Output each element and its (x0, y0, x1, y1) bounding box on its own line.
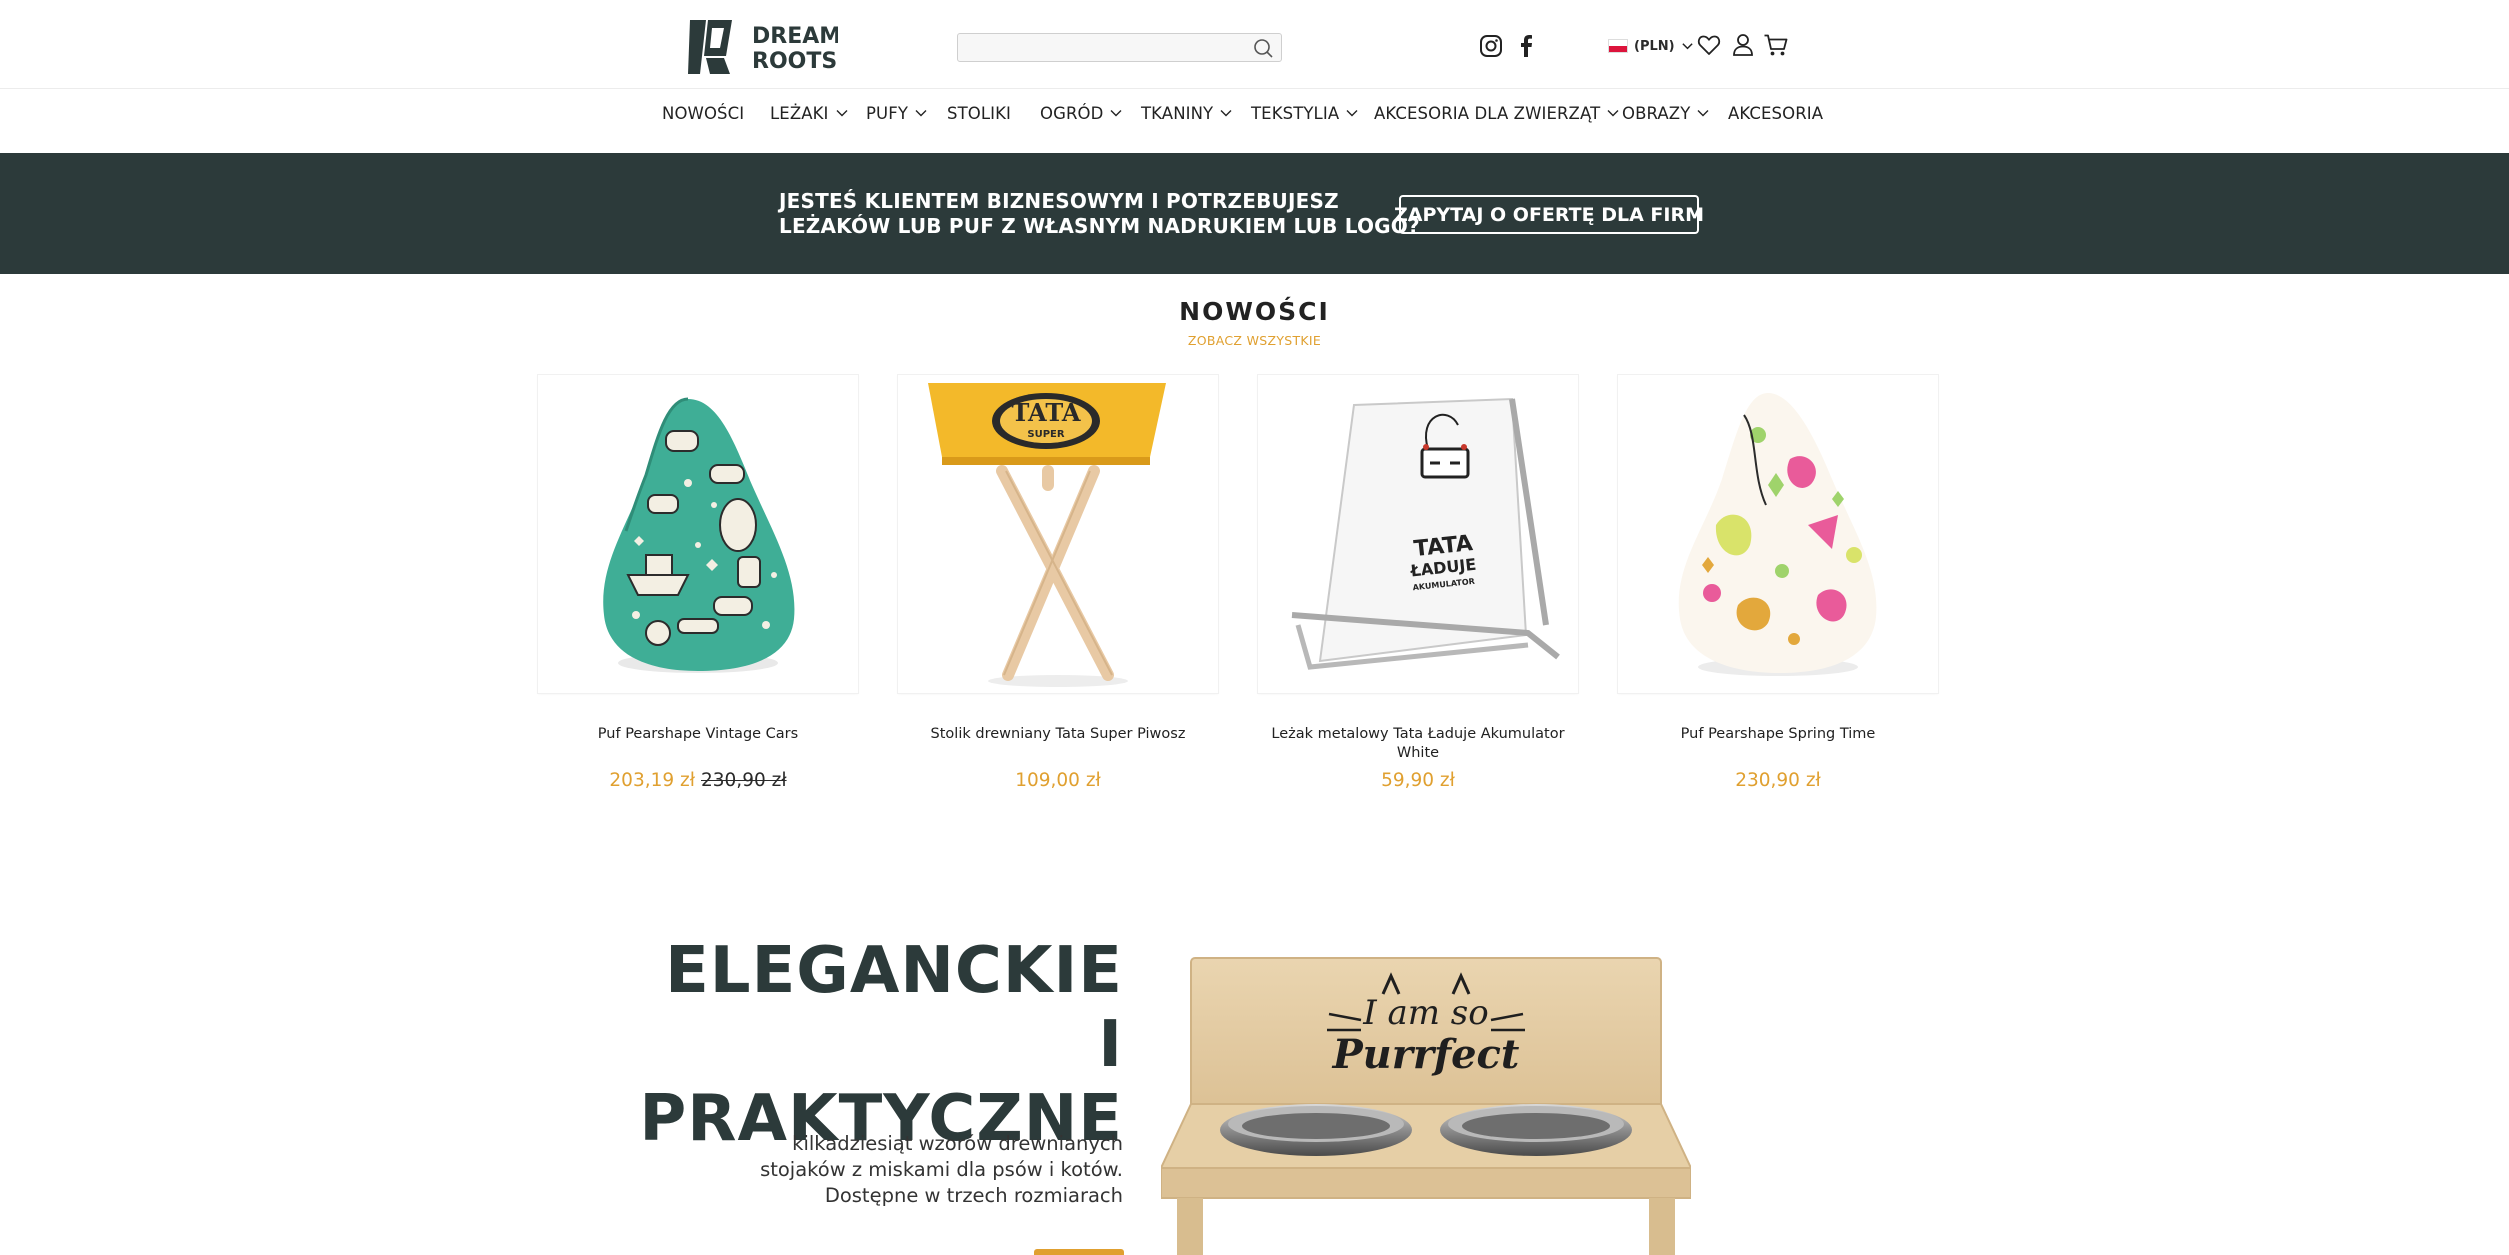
product-sale-price: 203,19 zł (609, 770, 695, 791)
nav-item-tkaniny[interactable]: TKANINY (1141, 96, 1233, 130)
chevron-down-icon (915, 110, 927, 117)
business-banner-text: JESTEŚ KLIENTEM BIZNESOWYM I POTRZEBUJES… (779, 189, 1420, 239)
poland-flag-icon (1608, 39, 1628, 53)
nav-item-akcesoria[interactable]: AKCESORIA (1728, 96, 1823, 130)
product-price: 59,90 zł (1258, 770, 1578, 791)
nav-item-label: NOWOŚCI (662, 103, 745, 123)
nav-item-label: AKCESORIA DLA ZWIERZĄT (1374, 103, 1601, 123)
nav-item-label: TEKSTYLIA (1251, 103, 1340, 123)
product-image-table-tata-super[interactable]: TATA SUPER (898, 375, 1218, 693)
nav-item-label: AKCESORIA (1728, 103, 1824, 123)
hero-desc-line-3: Dostępne w trzech rozmiarach (824, 1184, 1123, 1207)
chevron-down-icon (1607, 110, 1619, 117)
table-print-super: SUPER (1027, 429, 1064, 440)
product-image-pouf-spring-time[interactable] (1618, 375, 1938, 693)
search-box (957, 33, 1282, 62)
product-card[interactable]: Puf Pearshape Vintage Cars 203,19 zł 230,… (538, 375, 858, 791)
see-all-link[interactable]: ZOBACZ WSZYSTKIE (0, 333, 2509, 348)
chevron-down-icon (1220, 110, 1232, 117)
nav-item-pufy[interactable]: PUFY (866, 96, 928, 130)
chevron-down-icon (1346, 110, 1358, 117)
hero-desc-line-1: kilkadziesiąt wzorów drewnianych (792, 1132, 1123, 1155)
product-sale-price: 59,90 zł (1381, 770, 1455, 791)
site-logo[interactable]: DREAM ROOTS (686, 16, 841, 78)
top-header: DREAM ROOTS (PLN) (0, 0, 2509, 89)
search-input[interactable] (958, 34, 1281, 61)
product-name[interactable]: Leżak metalowy Tata Ładuje Akumulator Wh… (1258, 725, 1578, 763)
banner-line-2: LEŻAKÓW LUB PUF Z WŁASNYM NADRUKIEM LUB … (779, 214, 1420, 238)
hero-image-print-line-2: Purrfect (1332, 1031, 1520, 1078)
product-image-lounger-tata-laduje[interactable]: TATA ŁADUJE AKUMULATOR (1258, 375, 1578, 693)
instagram-icon[interactable] (1478, 33, 1504, 59)
nav-item-label: OGRÓD (1040, 103, 1104, 123)
chevron-down-icon (1681, 42, 1693, 49)
hero-image-pet-bowl-stand: I am so Purrfect (1161, 954, 1691, 1255)
product-name[interactable]: Stolik drewniany Tata Super Piwosz (898, 725, 1218, 744)
heart-icon[interactable] (1696, 32, 1722, 58)
facebook-icon[interactable] (1513, 33, 1539, 59)
hero-cta-button[interactable] (1034, 1249, 1124, 1255)
nav-item-label: STOLIKI (947, 103, 1011, 123)
nav-item-akcesoria-dla-zwierzat[interactable]: AKCESORIA DLA ZWIERZĄT (1374, 96, 1620, 130)
product-price: 109,00 zł (898, 770, 1218, 791)
section-title-new: NOWOŚCI (1179, 297, 1330, 326)
nav-item-obrazy[interactable]: OBRAZY (1622, 96, 1710, 130)
nav-item-lezaki[interactable]: LEŻAKI (770, 96, 849, 130)
main-navigation: NOWOŚCI LEŻAKI PUFY STOLIKI OGRÓD TKANIN… (0, 96, 2509, 130)
nav-item-nowosci[interactable]: NOWOŚCI (662, 96, 744, 130)
product-sale-price: 109,00 zł (1015, 770, 1101, 791)
cart-icon[interactable] (1763, 32, 1789, 58)
logo-text-roots: ROOTS (752, 49, 837, 74)
product-image-pouf-vintage-cars[interactable] (538, 375, 858, 693)
hero-title-line-1: ELEGANCKIE I (665, 934, 1123, 1082)
nav-item-stoliki[interactable]: STOLIKI (947, 96, 1011, 130)
currency-selector[interactable]: (PLN) (1608, 35, 1694, 57)
nav-item-label: TKANINY (1141, 103, 1214, 123)
business-offer-button[interactable]: ZAPYTAJ O OFERTĘ DLA FIRM (1394, 195, 1704, 234)
product-price: 230,90 zł (1618, 770, 1938, 791)
banner-line-1: JESTEŚ KLIENTEM BIZNESOWYM I POTRZEBUJES… (779, 189, 1339, 213)
product-name[interactable]: Puf Pearshape Vintage Cars (538, 725, 858, 744)
product-card[interactable]: Puf Pearshape Spring Time 230,90 zł (1618, 375, 1938, 791)
chevron-down-icon (1697, 110, 1709, 117)
chevron-down-icon (1110, 110, 1122, 117)
logo-text-dream: DREAM (752, 24, 838, 49)
nav-item-label: LEŻAKI (770, 103, 829, 123)
nav-item-label: PUFY (866, 103, 908, 123)
hero-image-print-line-1: I am so (1362, 993, 1488, 1033)
table-print-tata: TATA (1011, 398, 1080, 427)
search-icon[interactable] (1251, 37, 1275, 59)
product-card[interactable]: TATA SUPER Stolik drewniany Tata Super P… (898, 375, 1218, 791)
nav-item-tekstylia[interactable]: TEKSTYLIA (1251, 96, 1359, 130)
product-card[interactable]: TATA ŁADUJE AKUMULATOR Leżak metalowy Ta… (1258, 375, 1578, 791)
chevron-down-icon (836, 110, 847, 117)
hero-description: kilkadziesiąt wzorów drewnianych stojakó… (720, 1131, 1123, 1209)
product-old-price: 230,90 zł (701, 770, 787, 791)
product-name[interactable]: Puf Pearshape Spring Time (1618, 725, 1938, 744)
hero-title: ELEGANCKIE I PRAKTYCZNE (620, 934, 1123, 1156)
product-sale-price: 230,90 zł (1735, 770, 1821, 791)
nav-item-ogrod[interactable]: OGRÓD (1040, 96, 1123, 130)
nav-item-label: OBRAZY (1622, 103, 1691, 123)
currency-label: (PLN) (1634, 38, 1675, 54)
product-price: 203,19 zł 230,90 zł (538, 770, 858, 791)
hero-desc-line-2: stojaków z miskami dla psów i kotów. (760, 1158, 1123, 1181)
user-icon[interactable] (1730, 32, 1756, 58)
